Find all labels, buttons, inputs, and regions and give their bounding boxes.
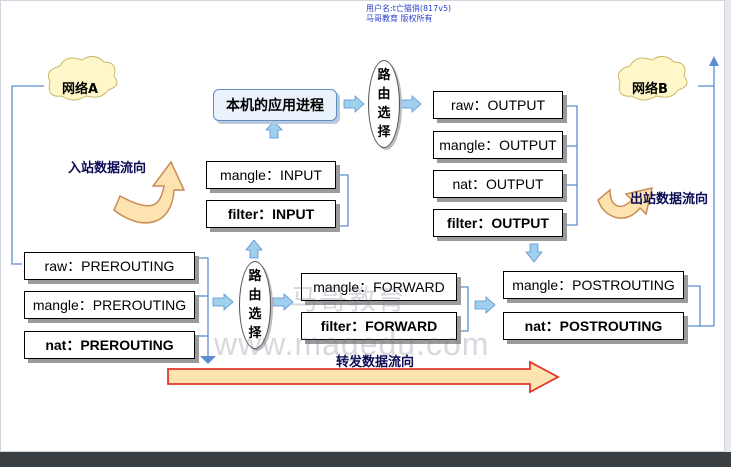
chain-mangle-postrouting: mangle：POSTROUTING — [503, 271, 684, 299]
arrow-route-to-output — [400, 95, 422, 113]
arrow-route-up-input — [245, 239, 263, 259]
arrow-pre-to-route — [212, 293, 234, 311]
arrow-output-down-post — [525, 243, 543, 263]
inbound-flow-label: 入站数据流向 — [68, 161, 147, 176]
arrow-app-to-route — [343, 95, 365, 113]
chain-mangle-prerouting: mangle：PREROUTING — [24, 291, 195, 319]
arrow-forward-to-post — [474, 296, 496, 314]
routing-char: 择 — [377, 125, 391, 140]
network-a-label: 网络A — [62, 82, 99, 97]
network-b-label: 网络B — [632, 82, 668, 97]
routing-decision-top: 路 由 选 择 — [368, 60, 400, 148]
outbound-flow-label: 出站数据流向 — [630, 192, 709, 207]
chain-raw-prerouting: raw：PREROUTING — [24, 252, 195, 280]
chain-nat-output: nat：OUTPUT — [433, 170, 563, 198]
local-app-process: 本机的应用进程 — [213, 89, 337, 121]
chain-nat-postrouting: nat：POSTROUTING — [503, 312, 684, 340]
routing-char: 选 — [248, 307, 262, 322]
center-watermark-url: www.magedu.com — [214, 326, 490, 362]
routing-char: 路 — [377, 68, 391, 83]
chain-mangle-input: mangle：INPUT — [206, 161, 336, 189]
routing-char: 由 — [377, 87, 391, 102]
center-watermark-cn: 马哥教育 — [290, 284, 407, 315]
chain-nat-prerouting: nat：PREROUTING — [24, 331, 195, 359]
routing-char: 由 — [248, 288, 262, 303]
chain-filter-output: filter：OUTPUT — [433, 209, 563, 237]
chain-raw-output: raw：OUTPUT — [433, 91, 563, 119]
routing-char: 路 — [248, 269, 262, 284]
chain-mangle-output: mangle：OUTPUT — [433, 131, 563, 159]
routing-char: 选 — [377, 106, 391, 121]
diagram-graphics — [11, 56, 719, 394]
arrow-input-up-app — [265, 120, 283, 139]
chain-filter-input: filter：INPUT — [206, 200, 336, 228]
